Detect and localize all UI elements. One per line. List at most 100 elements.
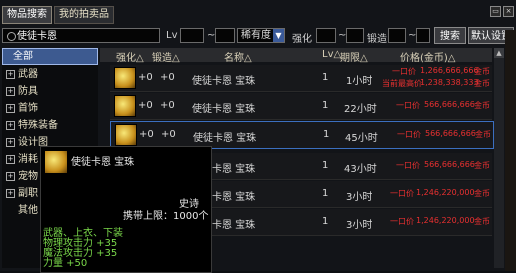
category-item-special[interactable]: + 特殊装备	[2, 118, 98, 133]
expand-icon[interactable]: +	[6, 121, 15, 130]
cell-currency: 金币	[474, 161, 490, 170]
category-item-accessory[interactable]: + 首饰	[2, 101, 98, 116]
cell-price2: 1,238,338,333	[420, 78, 479, 87]
forge-label: 锻造	[367, 34, 387, 45]
close-icon[interactable]: ×	[503, 6, 514, 17]
cell-price-label: 一口价	[396, 101, 420, 110]
rarity-select[interactable]: 稀有度 ▼	[237, 28, 285, 43]
cell-lv: 1	[322, 216, 329, 227]
rarity-value: 稀有度	[241, 30, 271, 41]
cell-name: 使徒卡恩 宝珠	[192, 104, 256, 115]
expand-icon[interactable]: +	[6, 155, 15, 164]
cell-price2-label: 当前最高价	[382, 79, 422, 88]
cell-forge: +0	[160, 100, 175, 111]
category-item-armor[interactable]: + 防具	[2, 84, 98, 99]
cell-enhance: +0	[138, 72, 153, 83]
cell-price: 1,246,220,000	[416, 216, 475, 225]
enhance-min-input[interactable]	[316, 28, 336, 43]
search-bar: 使徒卡恩 Lv ~ 稀有度 ▼ 强化 ~ 锻造 ~ 搜索 默认设置	[0, 27, 516, 46]
category-label: 宠物	[18, 171, 38, 182]
cell-lv: 1	[322, 160, 329, 171]
cell-price-label: 一口价	[397, 130, 421, 139]
chevron-down-icon[interactable]: ▼	[273, 29, 284, 42]
header-lv[interactable]: Lv△	[322, 49, 341, 60]
cell-currency: 金币	[474, 217, 490, 226]
cell-lv: 1	[322, 188, 329, 199]
lv-label: Lv	[166, 30, 178, 41]
category-item-all[interactable]: 全部	[2, 48, 98, 65]
category-label: 副职	[18, 188, 38, 199]
category-label: 消耗	[18, 154, 38, 165]
expand-icon[interactable]: +	[6, 104, 15, 113]
cell-duration: 3小时	[346, 220, 373, 231]
results-scrollbar[interactable]: ▲	[494, 48, 504, 268]
category-label: 特殊装备	[18, 120, 58, 131]
expand-icon[interactable]: +	[6, 138, 15, 147]
table-header: 强化△ 锻造△ 名称△ Lv△ 期限△ 价格(金币)△	[100, 48, 492, 64]
minimize-icon[interactable]: ▭	[490, 6, 501, 17]
header-name[interactable]: 名称△	[224, 49, 252, 64]
cell-enhance: +0	[138, 100, 153, 111]
tab-item-search[interactable]: 物品搜索	[2, 6, 52, 24]
header-duration[interactable]: 期限△	[340, 49, 368, 64]
cell-lv: 1	[322, 100, 329, 111]
orb-item-icon	[114, 67, 136, 89]
cell-forge: +0	[160, 72, 175, 83]
cell-name: 使徒卡恩 宝珠	[192, 76, 256, 87]
cell-currency: 金币	[474, 67, 490, 76]
table-row-selected[interactable]: +0 +0 使徒卡恩 宝珠 1 45小时 一口价 566,666,666 金币	[110, 121, 494, 149]
auction-window: 物品搜索 我的拍卖品 ▭ × 使徒卡恩 Lv ~ 稀有度 ▼ 强化 ~ 锻造 ~…	[0, 0, 516, 273]
header-price[interactable]: 价格(金币)△	[400, 49, 456, 64]
tab-my-auctions[interactable]: 我的拍卖品	[54, 6, 114, 24]
category-item-weapon[interactable]: + 武器	[2, 67, 98, 82]
category-label: 防具	[18, 86, 38, 97]
search-input[interactable]: 使徒卡恩	[2, 28, 160, 43]
search-value: 使徒卡恩	[17, 31, 57, 42]
cell-currency: 金币	[474, 189, 490, 198]
forge-min-input[interactable]	[388, 28, 406, 43]
header-enhance[interactable]: 强化△	[116, 49, 144, 64]
search-icon	[7, 32, 16, 41]
cell-enhance: +0	[139, 129, 154, 140]
cell-price: 566,666,666	[425, 129, 476, 138]
cell-price: 1,266,666,666	[420, 66, 479, 75]
cell-duration: 43小时	[344, 164, 377, 175]
cell-price-label: 一口价	[396, 161, 420, 170]
window-controls: ▭ ×	[490, 6, 514, 17]
lv-max-input[interactable]	[215, 28, 235, 43]
enhance-max-input[interactable]	[346, 28, 364, 43]
cell-currency: 金币	[475, 130, 491, 139]
cell-price: 1,246,220,000	[416, 188, 475, 197]
orb-item-icon	[115, 124, 137, 146]
cell-lv: 1	[322, 72, 329, 83]
header-forge[interactable]: 锻造△	[152, 49, 180, 64]
tooltip-carry-limit: 携带上限：1000个	[123, 211, 209, 222]
cell-price: 566,666,666	[424, 160, 475, 169]
cell-currency: 金币	[474, 101, 490, 110]
forge-max-input[interactable]	[416, 28, 430, 43]
table-row[interactable]: +0 +0 使徒卡恩 宝珠 1 1小时 一口价 1,266,666,666 金币…	[110, 65, 492, 92]
cell-duration: 45小时	[345, 133, 378, 144]
tooltip-item-name: 使徒卡恩 宝珠	[71, 157, 135, 168]
cell-price-label: 一口价	[392, 67, 416, 76]
tooltip-stat: 力量 +50	[43, 258, 88, 269]
expand-icon[interactable]: +	[6, 70, 15, 79]
cell-price: 566,666,666	[424, 100, 475, 109]
expand-icon[interactable]: +	[6, 172, 15, 181]
cell-duration: 1小时	[346, 76, 373, 87]
cell-name: 使徒卡恩 宝珠	[193, 133, 257, 144]
search-button[interactable]: 搜索	[434, 27, 466, 44]
scroll-up-icon[interactable]: ▲	[494, 48, 504, 58]
cell-currency2: 金币	[474, 79, 490, 88]
cell-price-label: 一口价	[390, 217, 414, 226]
tab-bar: 物品搜索 我的拍卖品	[2, 6, 114, 24]
expand-icon[interactable]: +	[6, 189, 15, 198]
cell-duration: 3小时	[346, 192, 373, 203]
side-decoration	[505, 30, 516, 271]
category-label: 首饰	[18, 103, 38, 114]
cell-duration: 22小时	[344, 104, 377, 115]
lv-min-input[interactable]	[180, 28, 204, 43]
orb-item-icon	[45, 151, 67, 173]
expand-icon[interactable]: +	[6, 87, 15, 96]
table-row[interactable]: +0 +0 使徒卡恩 宝珠 1 22小时 一口价 566,666,666 金币	[110, 93, 492, 120]
